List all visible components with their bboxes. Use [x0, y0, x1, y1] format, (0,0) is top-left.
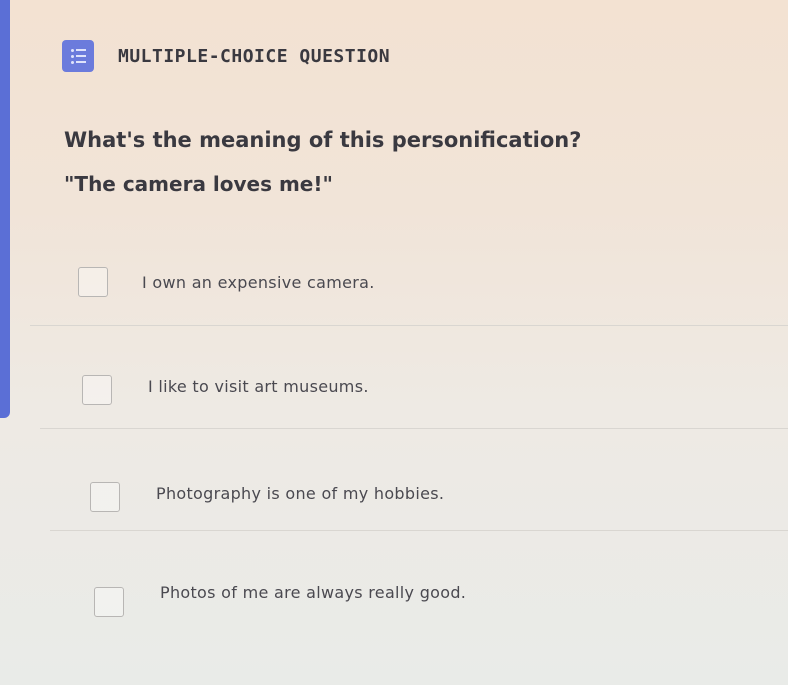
answer-option[interactable]: I own an expensive camera.	[60, 250, 788, 350]
question-type-label: MULTIPLE-CHOICE QUESTION	[118, 45, 391, 67]
question-type-header: MULTIPLE-CHOICE QUESTION	[62, 40, 390, 72]
answer-label: I like to visit art museums.	[148, 377, 369, 396]
list-icon	[62, 40, 94, 72]
answer-label: I own an expensive camera.	[142, 273, 375, 292]
question-quote: "The camera loves me!"	[64, 172, 333, 196]
option-divider	[40, 428, 788, 429]
answer-checkbox[interactable]	[94, 587, 124, 617]
answer-checkbox[interactable]	[90, 482, 120, 512]
answer-option[interactable]: Photography is one of my hobbies.	[60, 460, 788, 560]
active-question-indicator	[0, 0, 10, 418]
option-divider	[50, 530, 788, 531]
answer-label: Photography is one of my hobbies.	[156, 484, 445, 503]
answer-checkbox[interactable]	[82, 375, 112, 405]
answer-option[interactable]: I like to visit art museums.	[60, 355, 788, 455]
answer-option[interactable]: Photos of me are always really good.	[60, 565, 788, 665]
answer-checkbox[interactable]	[78, 267, 108, 297]
option-divider	[30, 325, 788, 326]
question-prompt: What's the meaning of this personificati…	[64, 128, 582, 152]
question-page: MULTIPLE-CHOICE QUESTION What's the mean…	[0, 0, 788, 685]
answer-label: Photos of me are always really good.	[160, 583, 467, 602]
